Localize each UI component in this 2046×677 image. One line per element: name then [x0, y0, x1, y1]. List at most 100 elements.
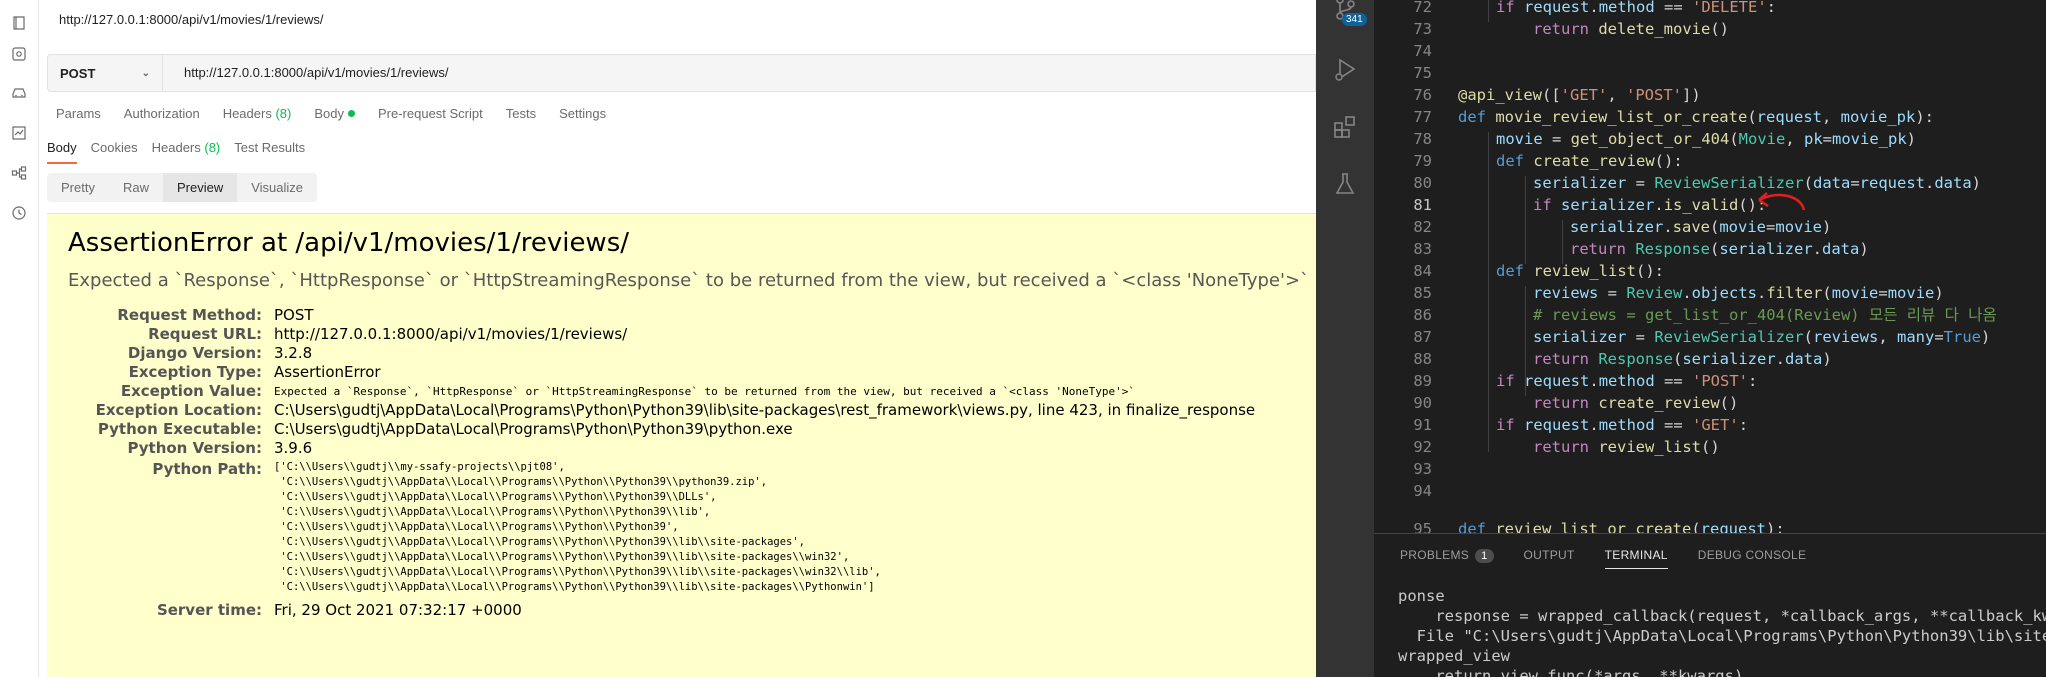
python-path-line: 'C:\\Users\\gudtj\\AppData\\Local\\Progr…: [274, 566, 881, 578]
response-preview: AssertionError at /api/v1/movies/1/revie…: [47, 213, 1316, 677]
tab-response-body[interactable]: Body: [47, 140, 77, 164]
code-line: 79 def create_review():: [1374, 150, 1683, 172]
tab-debug-console[interactable]: DEBUG CONSOLE: [1698, 548, 1807, 569]
monitors-icon[interactable]: [10, 124, 28, 142]
flows-icon[interactable]: [10, 164, 28, 182]
tab-problems[interactable]: PROBLEMS 1: [1400, 548, 1494, 569]
tab-cookies[interactable]: Cookies: [91, 140, 138, 164]
run-debug-icon[interactable]: [1331, 55, 1359, 83]
meta-row-server-time: Server time: Fri, 29 Oct 2021 07:32:17 +0…: [57, 601, 1255, 620]
environments-icon[interactable]: [10, 83, 28, 101]
tab-response-headers[interactable]: Headers (8): [152, 140, 221, 164]
code-line: 72 if request.method == 'DELETE':: [1374, 0, 1776, 18]
meta-row: Exception Type: AssertionError: [57, 363, 1255, 382]
line-number: 95: [1413, 520, 1432, 533]
code-line: 74: [1374, 40, 1458, 62]
code-line: 88 return Response(serializer.data): [1374, 348, 1832, 370]
source-control-badge: 341: [1342, 13, 1367, 26]
code-text: def movie_review_list_or_create(request,…: [1458, 108, 1934, 126]
history-icon[interactable]: [10, 204, 28, 222]
code-text: if request.method == 'POST':: [1496, 372, 1758, 390]
meta-row: Request URL: http://127.0.0.1:8000/api/v1…: [57, 325, 1255, 344]
tab-problems-label: PROBLEMS: [1400, 548, 1470, 562]
meta-row: Python Version: 3.9.6: [57, 439, 1255, 458]
tab-pre-request-script[interactable]: Pre-request Script: [378, 106, 483, 121]
tab-params[interactable]: Params: [56, 106, 101, 121]
line-number: 88: [1413, 350, 1432, 368]
postman-window: http://127.0.0.1:8000/api/v1/movies/1/re…: [0, 0, 1316, 677]
testing-flask-icon[interactable]: [1331, 170, 1359, 198]
method-select[interactable]: POST ⌄: [48, 55, 163, 91]
meta-key: Python Path:: [152, 460, 262, 478]
meta-value: 3.9.6: [274, 439, 313, 457]
line-number: 84: [1413, 262, 1432, 280]
error-meta-table: Request Method: POST Request URL: http://1…: [57, 306, 1256, 620]
meta-value: 3.2.8: [274, 344, 313, 362]
url-input[interactable]: http://127.0.0.1:8000/api/v1/movies/1/re…: [184, 65, 449, 80]
line-number: 86: [1413, 306, 1432, 324]
meta-row: Exception Value: Expected a `Response`, `…: [57, 382, 1255, 401]
code-line: 86 # reviews = get_list_or_404(Review) 모든…: [1374, 304, 1996, 326]
code-text: serializer = ReviewSerializer(reviews, m…: [1533, 328, 1991, 346]
preview-button[interactable]: Preview: [162, 173, 238, 202]
visualize-button[interactable]: Visualize: [237, 173, 317, 202]
collections-icon[interactable]: [10, 14, 28, 32]
tab-body[interactable]: Body: [314, 106, 355, 121]
postman-sidebar-rail: [0, 0, 39, 677]
code-text: return Response(serializer.data): [1533, 350, 1832, 368]
tab-headers[interactable]: Headers (8): [223, 106, 292, 121]
line-number: 91: [1413, 416, 1432, 434]
code-line-current: 81 if serializer.is_valid():: [1374, 194, 1766, 216]
meta-value: Fri, 29 Oct 2021 07:32:17 +0000: [274, 601, 522, 619]
code-text: if serializer.is_valid():: [1533, 196, 1767, 214]
terminal-line: ponse: [1398, 587, 1445, 605]
line-number: 73: [1413, 20, 1432, 38]
python-path-line: 'C:\\Users\\gudtj\\AppData\\Local\\Progr…: [274, 551, 850, 563]
bottom-panel: PROBLEMS 1 OUTPUT TERMINAL DEBUG CONSOLE …: [1374, 533, 2046, 677]
line-number: 77: [1413, 108, 1432, 126]
apis-icon[interactable]: [10, 45, 28, 63]
body-indicator-dot: [347, 110, 355, 117]
meta-value: Expected a `Response`, `HttpResponse` or…: [274, 385, 1135, 398]
terminal-output[interactable]: ponse response = wrapped_callback(reques…: [1398, 586, 2046, 677]
terminal-line: File "C:\Users\gudtj\AppData\Local\Progr…: [1398, 627, 2046, 645]
extensions-icon[interactable]: [1331, 112, 1359, 140]
python-path-list: ['C:\\Users\\gudtj\\my-ssafy-projects\\p…: [274, 460, 881, 595]
code-text: movie = get_object_or_404(Movie, pk=movi…: [1496, 130, 1917, 148]
response-tabs: Body Cookies Headers (8) Test Results: [47, 140, 319, 164]
tab-output[interactable]: OUTPUT: [1524, 548, 1575, 569]
python-path-line: 'C:\\Users\\gudtj\\AppData\\Local\\Progr…: [274, 581, 875, 593]
line-number: 79: [1413, 152, 1432, 170]
code-line: 87 serializer = ReviewSerializer(reviews,…: [1374, 326, 1990, 348]
annotation-arrow-icon: [1758, 192, 1806, 211]
code-line: 77 def movie_review_list_or_create(reques…: [1374, 106, 1934, 128]
method-label: POST: [60, 65, 96, 81]
code-text: def create_review():: [1496, 152, 1683, 170]
tab-authorization[interactable]: Authorization: [124, 106, 200, 121]
tab-terminal[interactable]: TERMINAL: [1604, 548, 1668, 569]
meta-value: http://127.0.0.1:8000/api/v1/movies/1/re…: [274, 325, 628, 343]
python-path-line: 'C:\\Users\\gudtj\\AppData\\Local\\Progr…: [274, 476, 768, 488]
code-line: 83 return Response(serializer.data): [1374, 238, 1868, 260]
tab-test-results[interactable]: Test Results: [234, 140, 305, 164]
code-line: 85 reviews = Review.objects.filter(movie=…: [1374, 282, 1944, 304]
code-line: 92 return review_list(): [1374, 436, 1719, 458]
code-text: reviews = Review.objects.filter(movie=mo…: [1533, 284, 1944, 302]
tab-settings[interactable]: Settings: [559, 106, 606, 121]
meta-value: AssertionError: [274, 363, 381, 381]
pretty-button[interactable]: Pretty: [47, 173, 109, 202]
line-number: 74: [1413, 42, 1432, 60]
activity-bar: 341: [1316, 0, 1374, 677]
line-number: 76: [1413, 86, 1432, 104]
code-line: 80 serializer = ReviewSerializer(data=req…: [1374, 172, 1981, 194]
meta-key: Server time:: [156, 601, 262, 619]
line-number: 90: [1413, 394, 1432, 412]
request-tab-title[interactable]: http://127.0.0.1:8000/api/v1/movies/1/re…: [59, 12, 324, 27]
code-line: 91 if request.method == 'GET':: [1374, 414, 1748, 436]
meta-value: C:\Users\gudtj\AppData\Local\Programs\Py…: [274, 420, 793, 438]
code-line: 75: [1374, 62, 1458, 84]
code-editor[interactable]: 72 if request.method == 'DELETE': 73 retur…: [1374, 0, 2046, 533]
tab-tests[interactable]: Tests: [506, 106, 536, 121]
raw-button[interactable]: Raw: [109, 173, 163, 202]
tab-headers-label: Headers: [222, 106, 272, 121]
